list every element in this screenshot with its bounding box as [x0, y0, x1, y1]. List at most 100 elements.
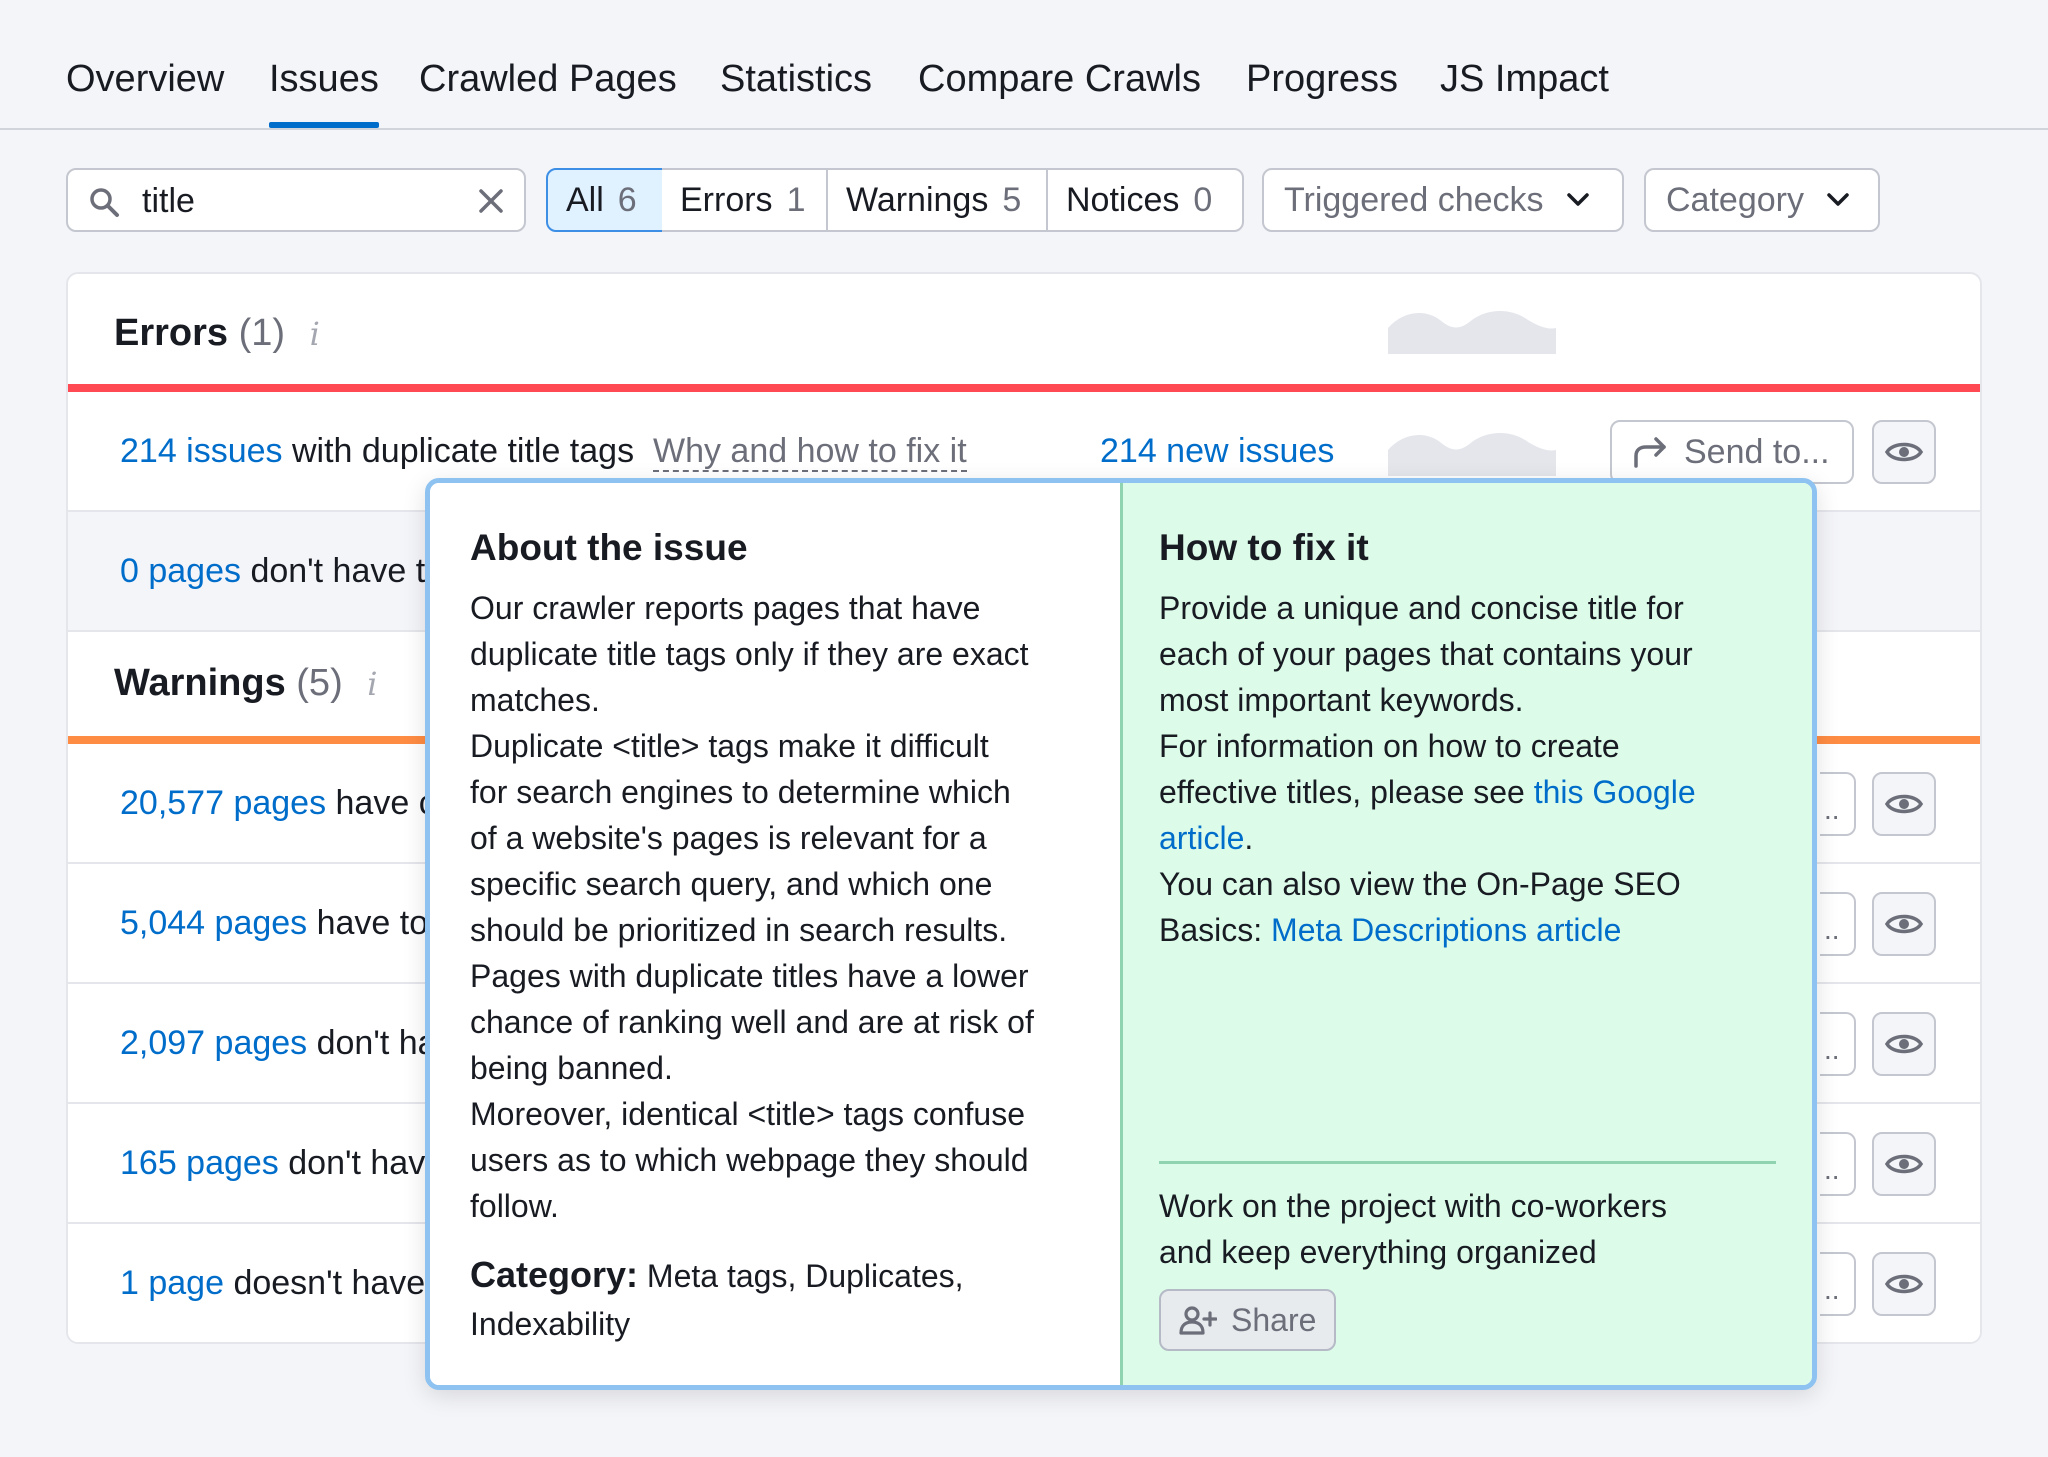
- info-icon[interactable]: i: [367, 665, 377, 703]
- view-issue-button[interactable]: [1872, 772, 1936, 836]
- issue-text: don't have t: [241, 552, 426, 590]
- issue-count-link[interactable]: 2,097 pages: [120, 1024, 307, 1062]
- close-icon[interactable]: [478, 188, 504, 214]
- send-to-label: Send to...: [1684, 432, 1830, 471]
- eye-icon: [1885, 442, 1923, 462]
- issue-description: 20,577 pages have c: [120, 784, 436, 823]
- new-issues-link[interactable]: 214 new issues: [1100, 432, 1334, 471]
- issue-count-link[interactable]: 5,044 pages: [120, 904, 307, 942]
- send-to-button[interactable]: ..: [1820, 1012, 1856, 1076]
- add-user-icon: [1179, 1306, 1217, 1335]
- tab-overview[interactable]: Overview: [66, 58, 224, 101]
- errors-section-title: Errors (1) i: [114, 312, 320, 355]
- issue-count-link[interactable]: 1 page: [120, 1264, 224, 1302]
- how-to-fix-panel: How to fix it Provide a unique and conci…: [1123, 483, 1812, 1385]
- info-icon[interactable]: i: [310, 315, 320, 353]
- issue-text: doesn't have: [224, 1264, 426, 1302]
- eye-icon: [1885, 1154, 1923, 1174]
- section-count: (5): [296, 662, 343, 704]
- send-to-button[interactable]: ..: [1820, 1132, 1856, 1196]
- errors-severity-bar: [68, 384, 1980, 392]
- issue-text: have c: [326, 784, 436, 822]
- issue-description: 165 pages don't hav: [120, 1144, 425, 1183]
- meta-descriptions-link[interactable]: Meta Descriptions article: [1271, 912, 1621, 948]
- dropdown-label: Triggered checks: [1284, 180, 1544, 219]
- warnings-section-title: Warnings (5) i: [114, 662, 378, 705]
- issue-count-link[interactable]: 214 issues: [120, 432, 283, 470]
- eye-icon: [1885, 914, 1923, 934]
- filter-all[interactable]: All 6: [546, 168, 664, 232]
- filter-count: 0: [1193, 180, 1213, 219]
- category-dropdown[interactable]: Category: [1644, 168, 1880, 232]
- tab-issues[interactable]: Issues: [269, 58, 379, 128]
- triggered-checks-dropdown[interactable]: Triggered checks: [1262, 168, 1624, 232]
- share-label: Share: [1231, 1301, 1317, 1338]
- send-to-button[interactable]: ..: [1820, 1252, 1856, 1316]
- search-box: [66, 168, 526, 232]
- eye-icon: [1885, 1034, 1923, 1054]
- issue-description: 1 page doesn't have: [120, 1264, 425, 1303]
- issue-count-link[interactable]: 0 pages: [120, 552, 241, 590]
- why-fix-link[interactable]: Why and how to fix it: [652, 432, 967, 472]
- view-issue-button[interactable]: [1872, 1252, 1936, 1316]
- category-value: Indexability: [470, 1306, 631, 1342]
- section-name: Warnings: [114, 662, 286, 704]
- filter-label: All: [566, 180, 604, 219]
- share-arrow-icon: [1634, 437, 1666, 468]
- send-to-button[interactable]: Send to...: [1610, 420, 1854, 484]
- chevron-down-icon: [1827, 193, 1849, 206]
- issue-trend-sparkline: [1388, 433, 1556, 476]
- tab-js-impact[interactable]: JS Impact: [1440, 58, 1609, 101]
- eye-icon: [1885, 1274, 1923, 1294]
- share-button[interactable]: Share: [1159, 1289, 1337, 1351]
- issue-description: 2,097 pages don't ha: [120, 1024, 437, 1063]
- about-issue-panel: About the issue Our crawler reports page…: [430, 483, 1123, 1385]
- search-input[interactable]: [142, 180, 462, 222]
- issue-text: don't ha: [307, 1024, 437, 1062]
- chevron-down-icon: [1566, 193, 1589, 206]
- divider: [1159, 1161, 1776, 1164]
- issue-count-link[interactable]: 20,577 pages: [120, 784, 326, 822]
- issue-text: with duplicate title tags: [282, 432, 635, 470]
- issue-description: 5,044 pages have to: [120, 904, 428, 943]
- view-issue-button[interactable]: [1872, 892, 1936, 956]
- tab-progress[interactable]: Progress: [1246, 58, 1398, 101]
- filter-errors[interactable]: Errors 1: [662, 168, 828, 232]
- google-article-link[interactable]: article: [1159, 820, 1244, 856]
- filter-count: 5: [1002, 180, 1022, 219]
- view-issue-button[interactable]: [1872, 420, 1936, 484]
- tab-bar: Overview Issues Crawled Pages Statistics…: [0, 0, 2048, 130]
- how-to-fix-title: How to fix it: [1159, 527, 1369, 568]
- issue-info-popover: About the issue Our crawler reports page…: [425, 478, 1817, 1390]
- about-issue-text: Our crawler reports pages that have dupl…: [470, 590, 1034, 1224]
- section-name: Errors: [114, 312, 229, 354]
- issue-category: Category: Meta tags, Duplicates, Indexab…: [470, 1251, 964, 1348]
- section-count: (1): [238, 312, 286, 354]
- filter-warnings[interactable]: Warnings 5: [826, 168, 1048, 232]
- filter-label: Errors: [680, 180, 773, 219]
- about-issue-title: About the issue: [470, 527, 748, 568]
- issue-count-link[interactable]: 165 pages: [120, 1144, 279, 1182]
- send-to-button[interactable]: ..: [1820, 892, 1856, 956]
- category-label: Category:: [470, 1254, 639, 1295]
- filter-count: 1: [786, 180, 806, 219]
- filter-label: Warnings: [846, 180, 989, 219]
- tab-statistics[interactable]: Statistics: [720, 58, 872, 101]
- view-issue-button[interactable]: [1872, 1132, 1936, 1196]
- issue-text: don't hav: [278, 1144, 426, 1182]
- tab-crawled-pages[interactable]: Crawled Pages: [419, 58, 677, 101]
- category-value: Meta tags, Duplicates,: [638, 1258, 964, 1294]
- view-issue-button[interactable]: [1872, 1012, 1936, 1076]
- collaboration-text: Work on the project with co-workers and …: [1159, 1188, 1668, 1270]
- filter-label: Notices: [1066, 180, 1180, 219]
- errors-trend-sparkline: [1388, 311, 1556, 354]
- google-article-link[interactable]: this Google: [1534, 774, 1696, 810]
- tab-compare-crawls[interactable]: Compare Crawls: [918, 58, 1201, 101]
- issue-description: 0 pages don't have t: [120, 552, 425, 591]
- issue-text: have to: [307, 904, 429, 942]
- filter-notices[interactable]: Notices 0: [1046, 168, 1244, 232]
- how-to-fix-text: Provide a unique and concise title for e…: [1159, 590, 1696, 948]
- send-to-button[interactable]: ..: [1820, 772, 1856, 836]
- issue-description: 214 issues with duplicate title tags Why…: [120, 432, 967, 472]
- dropdown-label: Category: [1666, 180, 1804, 219]
